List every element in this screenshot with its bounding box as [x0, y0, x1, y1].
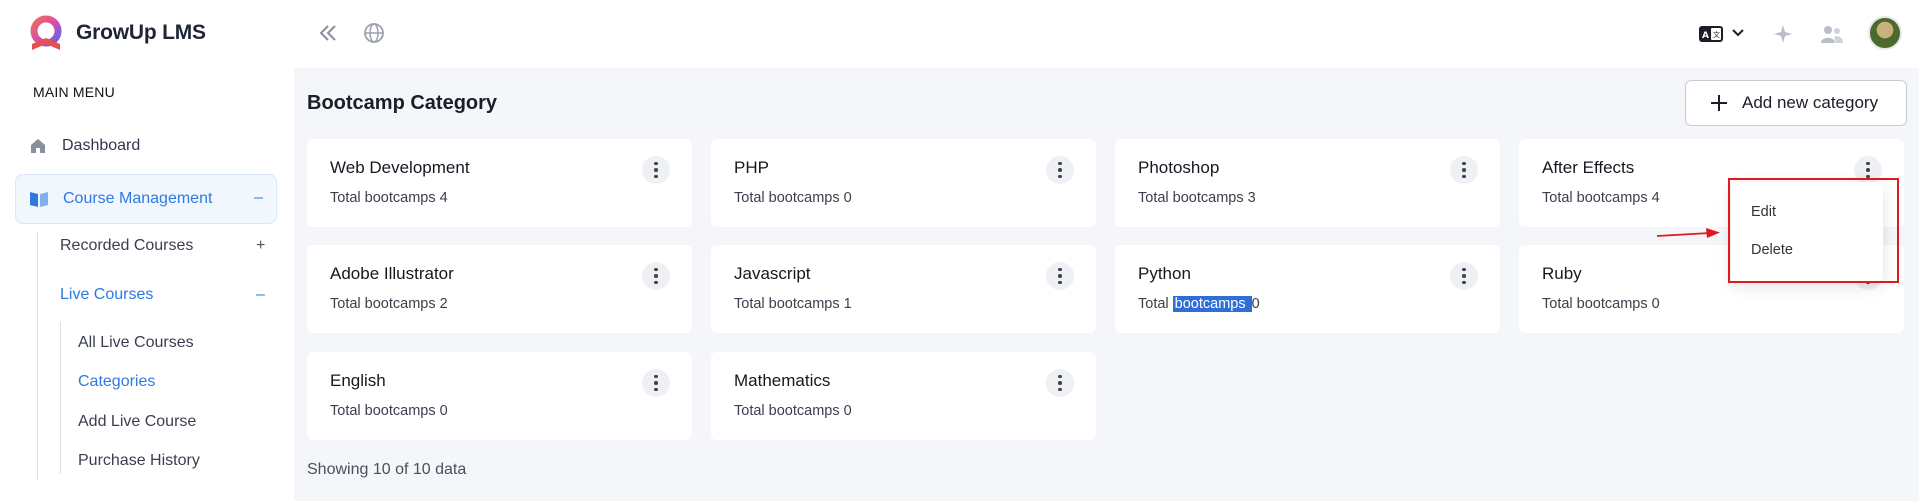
category-count: Total bootcamps 1 [734, 296, 852, 312]
count-value: 0 [1251, 296, 1260, 312]
more-options-icon[interactable] [642, 262, 670, 290]
svg-text:A: A [1702, 31, 1709, 41]
app-logo[interactable]: GrowUp LMS [26, 14, 206, 52]
category-card: Javascript Total bootcamps 1 [711, 245, 1096, 333]
category-count: Total bootcamps 0 [734, 403, 852, 419]
category-card: Python Total bootcamps 0 [1115, 245, 1500, 333]
category-card: Adobe Illustrator Total bootcamps 2 [307, 245, 692, 333]
category-name: Mathematics [734, 371, 831, 390]
category-card: Photoshop Total bootcamps 3 [1115, 139, 1500, 227]
svg-text:文: 文 [1713, 30, 1720, 39]
nav-live-courses-label: Live Courses [60, 286, 154, 303]
topbar [294, 0, 1919, 68]
nav-categories[interactable]: Categories [78, 373, 155, 391]
pagination-info: Showing 10 of 10 data [307, 461, 467, 478]
logo-icon [30, 15, 62, 50]
collapse-sign[interactable]: – [256, 286, 265, 304]
category-name: Adobe Illustrator [330, 264, 454, 283]
category-name: English [330, 371, 386, 390]
app-name: GrowUp LMS [76, 21, 206, 44]
nav-all-live-courses[interactable]: All Live Courses [78, 334, 194, 352]
category-count: Total bootcamps 2 [330, 296, 448, 312]
category-count: Total bootcamps 0 [1138, 296, 1260, 312]
more-options-icon[interactable] [1450, 156, 1478, 184]
count-prefix: Total [1138, 296, 1173, 312]
home-icon [31, 139, 45, 153]
add-category-label: Add new category [1742, 93, 1879, 112]
nav-course-management-label: Course Management [63, 190, 213, 207]
users-icon[interactable] [1820, 24, 1844, 44]
category-name: Ruby [1542, 264, 1582, 283]
more-options-icon[interactable] [642, 369, 670, 397]
category-count: Total bootcamps 4 [330, 190, 448, 206]
nav-add-live-course[interactable]: Add Live Course [78, 413, 196, 431]
more-options-icon[interactable] [642, 156, 670, 184]
category-count: Total bootcamps 4 [1542, 190, 1660, 206]
nav-dashboard[interactable]: Dashboard [28, 136, 140, 156]
nav-course-management[interactable]: Course Management – [15, 174, 277, 224]
category-name: After Effects [1542, 158, 1635, 177]
more-options-icon[interactable] [1046, 156, 1074, 184]
category-count: Total bootcamps 0 [1542, 296, 1660, 312]
category-name: Web Development [330, 158, 470, 177]
category-name: Javascript [734, 264, 811, 283]
category-name: Python [1138, 264, 1191, 283]
book-icon [30, 192, 48, 207]
more-options-icon[interactable] [1450, 262, 1478, 290]
chevron-down-icon[interactable] [1732, 28, 1744, 38]
sparkle-icon[interactable] [1773, 24, 1793, 44]
tree-line [37, 232, 38, 480]
category-card: English Total bootcamps 0 [307, 352, 692, 440]
selected-text: bootcamps [1172, 296, 1252, 312]
avatar[interactable] [1868, 16, 1902, 50]
category-card: PHP Total bootcamps 0 [711, 139, 1096, 227]
tree-line [60, 322, 61, 474]
nav-live-courses[interactable]: Live Courses – [60, 286, 265, 304]
more-options-icon[interactable] [1046, 262, 1074, 290]
globe-icon[interactable] [363, 22, 385, 44]
category-count: Total bootcamps 3 [1138, 190, 1256, 206]
annotation-arrow-icon [1656, 228, 1720, 238]
category-card: Web Development Total bootcamps 4 [307, 139, 692, 227]
collapse-icon[interactable] [318, 22, 338, 44]
category-card: Mathematics Total bootcamps 0 [711, 352, 1096, 440]
category-count: Total bootcamps 0 [330, 403, 448, 419]
main-menu-label: MAIN MENU [33, 84, 115, 100]
plus-icon [1711, 95, 1727, 111]
nav-purchase-history[interactable]: Purchase History [78, 452, 200, 470]
add-category-button[interactable]: Add new category [1685, 80, 1907, 126]
category-count: Total bootcamps 0 [734, 190, 852, 206]
category-name: Photoshop [1138, 158, 1220, 177]
sidebar: GrowUp LMS MAIN MENU Dashboard Course Ma… [0, 0, 294, 501]
language-icon[interactable]: A 文 [1698, 24, 1724, 44]
nav-dashboard-label: Dashboard [62, 137, 141, 154]
page-title: Bootcamp Category [307, 92, 498, 114]
nav-recorded-courses[interactable]: Recorded Courses + [60, 237, 265, 255]
collapse-sign[interactable]: – [254, 189, 263, 207]
expand-sign[interactable]: + [256, 237, 265, 255]
category-name: PHP [734, 158, 769, 177]
nav-recorded-courses-label: Recorded Courses [60, 237, 194, 254]
more-options-icon[interactable] [1046, 369, 1074, 397]
annotation-box [1728, 178, 1899, 283]
